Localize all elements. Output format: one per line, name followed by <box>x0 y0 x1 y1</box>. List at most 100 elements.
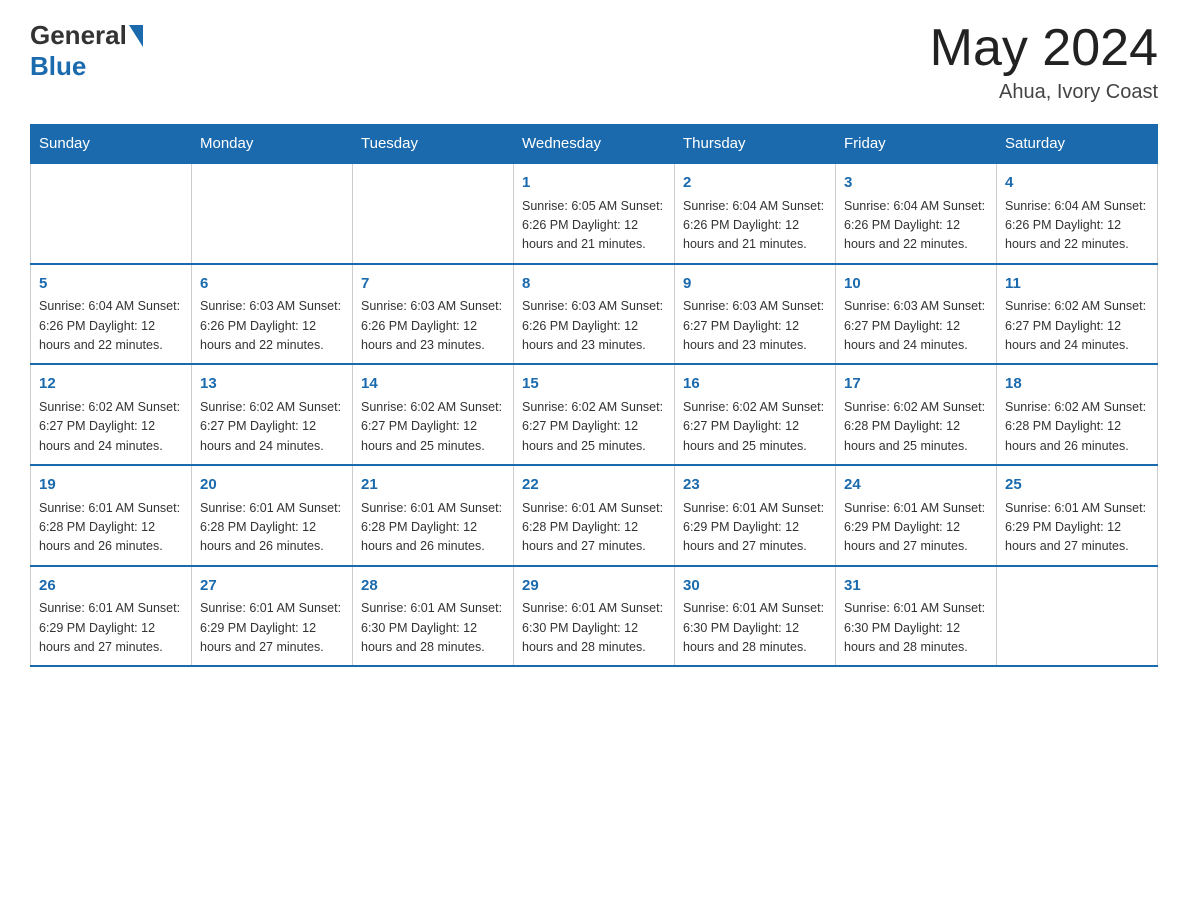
logo: General Blue <box>30 20 145 82</box>
calendar-cell: 6Sunrise: 6:03 AM Sunset: 6:26 PM Daylig… <box>192 264 353 365</box>
day-info: Sunrise: 6:02 AM Sunset: 6:28 PM Dayligh… <box>1005 398 1149 456</box>
day-info: Sunrise: 6:01 AM Sunset: 6:30 PM Dayligh… <box>522 599 666 657</box>
day-number: 7 <box>361 273 505 296</box>
calendar-cell: 1Sunrise: 6:05 AM Sunset: 6:26 PM Daylig… <box>514 163 675 264</box>
calendar-week-row: 12Sunrise: 6:02 AM Sunset: 6:27 PM Dayli… <box>31 364 1158 465</box>
calendar-cell: 30Sunrise: 6:01 AM Sunset: 6:30 PM Dayli… <box>675 566 836 667</box>
calendar-cell: 26Sunrise: 6:01 AM Sunset: 6:29 PM Dayli… <box>31 566 192 667</box>
day-number: 13 <box>200 373 344 396</box>
title-block: May 2024 Ahua, Ivory Coast <box>930 20 1158 104</box>
weekday-header-sunday: Sunday <box>31 125 192 164</box>
calendar-week-row: 1Sunrise: 6:05 AM Sunset: 6:26 PM Daylig… <box>31 163 1158 264</box>
logo-arrow-icon <box>129 25 143 47</box>
day-info: Sunrise: 6:02 AM Sunset: 6:27 PM Dayligh… <box>1005 297 1149 355</box>
logo-general-text: General <box>30 20 127 51</box>
day-info: Sunrise: 6:02 AM Sunset: 6:27 PM Dayligh… <box>39 398 183 456</box>
weekday-header-friday: Friday <box>836 125 997 164</box>
calendar-cell: 23Sunrise: 6:01 AM Sunset: 6:29 PM Dayli… <box>675 465 836 566</box>
calendar-cell: 14Sunrise: 6:02 AM Sunset: 6:27 PM Dayli… <box>353 364 514 465</box>
day-number: 25 <box>1005 474 1149 497</box>
calendar-cell: 10Sunrise: 6:03 AM Sunset: 6:27 PM Dayli… <box>836 264 997 365</box>
day-info: Sunrise: 6:02 AM Sunset: 6:27 PM Dayligh… <box>200 398 344 456</box>
page-header: General Blue May 2024 Ahua, Ivory Coast <box>30 20 1158 104</box>
day-number: 20 <box>200 474 344 497</box>
calendar-cell: 3Sunrise: 6:04 AM Sunset: 6:26 PM Daylig… <box>836 163 997 264</box>
day-info: Sunrise: 6:01 AM Sunset: 6:28 PM Dayligh… <box>200 499 344 557</box>
day-number: 1 <box>522 172 666 195</box>
day-info: Sunrise: 6:04 AM Sunset: 6:26 PM Dayligh… <box>39 297 183 355</box>
weekday-header-monday: Monday <box>192 125 353 164</box>
day-number: 2 <box>683 172 827 195</box>
day-number: 28 <box>361 575 505 598</box>
day-info: Sunrise: 6:02 AM Sunset: 6:28 PM Dayligh… <box>844 398 988 456</box>
calendar-cell: 22Sunrise: 6:01 AM Sunset: 6:28 PM Dayli… <box>514 465 675 566</box>
day-info: Sunrise: 6:01 AM Sunset: 6:30 PM Dayligh… <box>683 599 827 657</box>
calendar-cell: 12Sunrise: 6:02 AM Sunset: 6:27 PM Dayli… <box>31 364 192 465</box>
month-title: May 2024 <box>930 20 1158 77</box>
calendar-week-row: 5Sunrise: 6:04 AM Sunset: 6:26 PM Daylig… <box>31 264 1158 365</box>
location-label: Ahua, Ivory Coast <box>930 81 1158 104</box>
calendar-cell <box>353 163 514 264</box>
day-number: 26 <box>39 575 183 598</box>
day-info: Sunrise: 6:01 AM Sunset: 6:28 PM Dayligh… <box>361 499 505 557</box>
calendar-cell: 9Sunrise: 6:03 AM Sunset: 6:27 PM Daylig… <box>675 264 836 365</box>
day-number: 17 <box>844 373 988 396</box>
calendar-cell <box>31 163 192 264</box>
calendar-cell: 31Sunrise: 6:01 AM Sunset: 6:30 PM Dayli… <box>836 566 997 667</box>
calendar-cell: 18Sunrise: 6:02 AM Sunset: 6:28 PM Dayli… <box>997 364 1158 465</box>
day-info: Sunrise: 6:04 AM Sunset: 6:26 PM Dayligh… <box>1005 197 1149 255</box>
day-info: Sunrise: 6:03 AM Sunset: 6:27 PM Dayligh… <box>844 297 988 355</box>
day-info: Sunrise: 6:01 AM Sunset: 6:29 PM Dayligh… <box>683 499 827 557</box>
calendar-cell: 24Sunrise: 6:01 AM Sunset: 6:29 PM Dayli… <box>836 465 997 566</box>
day-info: Sunrise: 6:01 AM Sunset: 6:30 PM Dayligh… <box>844 599 988 657</box>
calendar-cell: 25Sunrise: 6:01 AM Sunset: 6:29 PM Dayli… <box>997 465 1158 566</box>
calendar-cell: 5Sunrise: 6:04 AM Sunset: 6:26 PM Daylig… <box>31 264 192 365</box>
day-info: Sunrise: 6:01 AM Sunset: 6:29 PM Dayligh… <box>1005 499 1149 557</box>
calendar-cell: 4Sunrise: 6:04 AM Sunset: 6:26 PM Daylig… <box>997 163 1158 264</box>
calendar-cell: 15Sunrise: 6:02 AM Sunset: 6:27 PM Dayli… <box>514 364 675 465</box>
day-info: Sunrise: 6:02 AM Sunset: 6:27 PM Dayligh… <box>683 398 827 456</box>
day-number: 19 <box>39 474 183 497</box>
day-number: 6 <box>200 273 344 296</box>
day-number: 9 <box>683 273 827 296</box>
day-number: 30 <box>683 575 827 598</box>
calendar-cell: 19Sunrise: 6:01 AM Sunset: 6:28 PM Dayli… <box>31 465 192 566</box>
day-number: 10 <box>844 273 988 296</box>
calendar-cell: 21Sunrise: 6:01 AM Sunset: 6:28 PM Dayli… <box>353 465 514 566</box>
day-info: Sunrise: 6:01 AM Sunset: 6:28 PM Dayligh… <box>39 499 183 557</box>
day-number: 14 <box>361 373 505 396</box>
day-number: 11 <box>1005 273 1149 296</box>
calendar-cell <box>192 163 353 264</box>
day-number: 16 <box>683 373 827 396</box>
calendar-cell: 27Sunrise: 6:01 AM Sunset: 6:29 PM Dayli… <box>192 566 353 667</box>
day-number: 27 <box>200 575 344 598</box>
day-info: Sunrise: 6:01 AM Sunset: 6:29 PM Dayligh… <box>844 499 988 557</box>
calendar-header-row: SundayMondayTuesdayWednesdayThursdayFrid… <box>31 125 1158 164</box>
day-number: 23 <box>683 474 827 497</box>
calendar-cell: 29Sunrise: 6:01 AM Sunset: 6:30 PM Dayli… <box>514 566 675 667</box>
calendar-cell: 16Sunrise: 6:02 AM Sunset: 6:27 PM Dayli… <box>675 364 836 465</box>
calendar-cell: 13Sunrise: 6:02 AM Sunset: 6:27 PM Dayli… <box>192 364 353 465</box>
day-info: Sunrise: 6:01 AM Sunset: 6:29 PM Dayligh… <box>39 599 183 657</box>
day-number: 21 <box>361 474 505 497</box>
day-info: Sunrise: 6:01 AM Sunset: 6:28 PM Dayligh… <box>522 499 666 557</box>
day-number: 12 <box>39 373 183 396</box>
day-info: Sunrise: 6:03 AM Sunset: 6:27 PM Dayligh… <box>683 297 827 355</box>
calendar-cell: 7Sunrise: 6:03 AM Sunset: 6:26 PM Daylig… <box>353 264 514 365</box>
calendar-table: SundayMondayTuesdayWednesdayThursdayFrid… <box>30 124 1158 667</box>
day-info: Sunrise: 6:04 AM Sunset: 6:26 PM Dayligh… <box>844 197 988 255</box>
day-info: Sunrise: 6:04 AM Sunset: 6:26 PM Dayligh… <box>683 197 827 255</box>
calendar-cell: 2Sunrise: 6:04 AM Sunset: 6:26 PM Daylig… <box>675 163 836 264</box>
day-info: Sunrise: 6:01 AM Sunset: 6:29 PM Dayligh… <box>200 599 344 657</box>
calendar-cell: 17Sunrise: 6:02 AM Sunset: 6:28 PM Dayli… <box>836 364 997 465</box>
weekday-header-tuesday: Tuesday <box>353 125 514 164</box>
day-number: 3 <box>844 172 988 195</box>
weekday-header-wednesday: Wednesday <box>514 125 675 164</box>
day-info: Sunrise: 6:05 AM Sunset: 6:26 PM Dayligh… <box>522 197 666 255</box>
day-number: 4 <box>1005 172 1149 195</box>
calendar-week-row: 19Sunrise: 6:01 AM Sunset: 6:28 PM Dayli… <box>31 465 1158 566</box>
day-info: Sunrise: 6:03 AM Sunset: 6:26 PM Dayligh… <box>200 297 344 355</box>
calendar-cell: 28Sunrise: 6:01 AM Sunset: 6:30 PM Dayli… <box>353 566 514 667</box>
calendar-week-row: 26Sunrise: 6:01 AM Sunset: 6:29 PM Dayli… <box>31 566 1158 667</box>
day-info: Sunrise: 6:01 AM Sunset: 6:30 PM Dayligh… <box>361 599 505 657</box>
